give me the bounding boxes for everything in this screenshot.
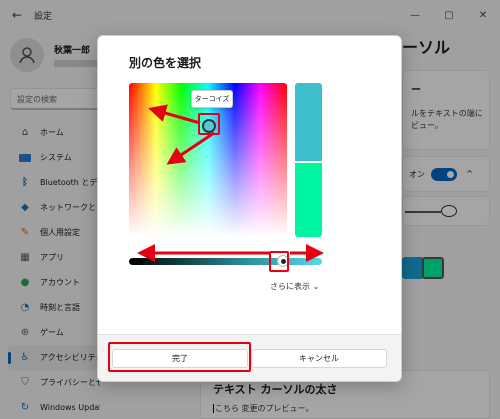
highlight-done-button <box>108 342 251 372</box>
more-options-toggle[interactable]: さらに表示 ⌄ <box>270 281 319 292</box>
chevron-down-icon: ⌄ <box>312 282 320 291</box>
highlight-slider-thumb <box>269 251 289 272</box>
brightness-slider[interactable] <box>129 258 322 265</box>
color-name-tooltip: ターコイズ <box>191 90 233 108</box>
dialog-title: 別の色を選択 <box>129 56 202 70</box>
cancel-button[interactable]: キャンセル <box>251 349 387 368</box>
more-options-label: さらに表示 <box>270 282 310 291</box>
highlight-picker-handle <box>198 113 220 135</box>
new-color-preview <box>295 83 322 161</box>
previous-color-preview <box>295 163 322 237</box>
custom-color-dialog: 別の色を選択 ターコイズ さらに表示 ⌄ 完了 キャンセル <box>97 35 402 382</box>
